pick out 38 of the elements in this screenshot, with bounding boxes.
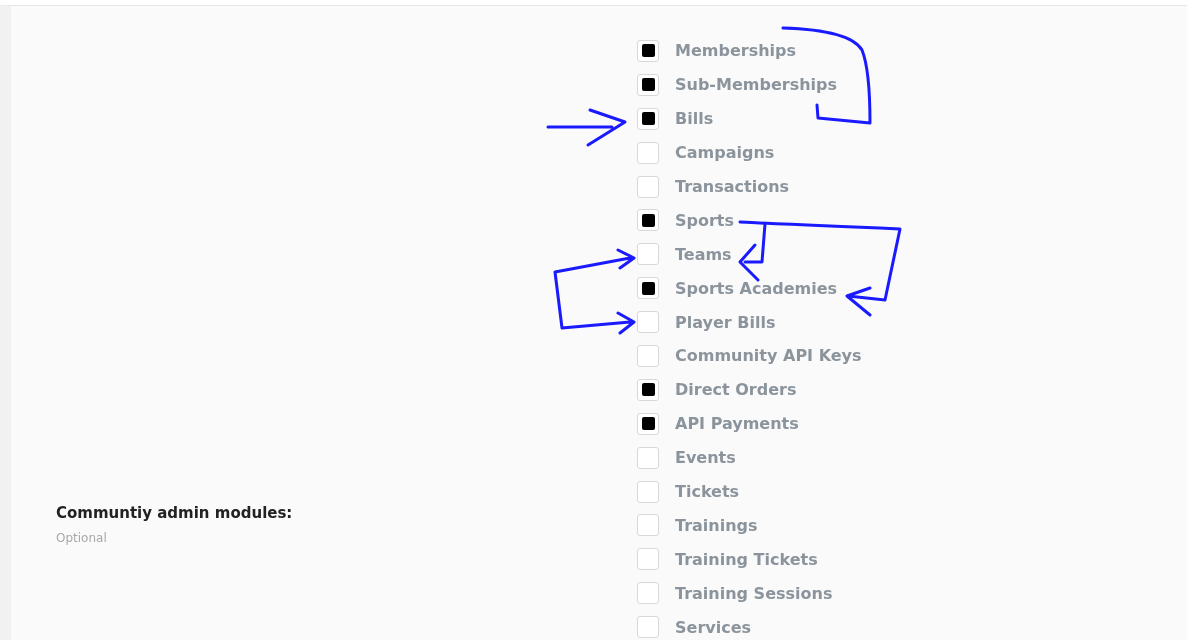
checkbox-label[interactable]: Direct Orders <box>675 380 797 400</box>
checkbox-label[interactable]: Transactions <box>675 177 790 196</box>
checkbox[interactable] <box>637 311 659 334</box>
checkbox-label[interactable]: Training Sessions <box>675 583 833 603</box>
checkbox[interactable] <box>637 378 659 401</box>
field-label: Communtiy admin modules: <box>56 504 294 522</box>
checkbox[interactable] <box>637 412 659 435</box>
checkbox-label[interactable]: Teams <box>675 244 732 264</box>
checkbox[interactable] <box>637 73 659 96</box>
checkbox[interactable] <box>637 243 659 266</box>
checkbox-label[interactable]: Services <box>675 617 752 637</box>
checkbox[interactable] <box>637 107 659 130</box>
checkbox[interactable] <box>637 209 659 232</box>
checkbox[interactable] <box>637 175 659 198</box>
checkbox-label[interactable]: Sports Academies <box>675 278 838 298</box>
checkbox-label[interactable]: Bills <box>675 109 714 129</box>
checkbox-label[interactable]: Training Tickets <box>675 549 818 569</box>
checkbox[interactable] <box>637 514 659 537</box>
checkbox[interactable] <box>637 141 659 164</box>
checkbox-label[interactable]: Sub-Memberships <box>675 75 838 95</box>
checkbox-label[interactable]: Tickets <box>675 482 740 501</box>
checkbox[interactable] <box>637 582 659 605</box>
checkbox-label[interactable]: Player Bills <box>675 312 776 332</box>
checkbox-label[interactable]: Trainings <box>675 515 758 535</box>
checkbox-label[interactable]: Events <box>675 448 736 468</box>
checkbox[interactable] <box>637 616 659 639</box>
checkbox-label[interactable]: Sports <box>675 210 735 230</box>
checkbox[interactable] <box>637 277 659 300</box>
checkbox[interactable] <box>637 548 659 571</box>
checkbox-label[interactable]: Campaigns <box>675 143 775 163</box>
checkbox-label[interactable]: API Payments <box>675 414 799 434</box>
checkbox[interactable] <box>637 446 659 469</box>
checkbox-label[interactable]: Memberships <box>675 41 796 61</box>
checkbox[interactable] <box>637 39 659 62</box>
checkbox-label[interactable]: Community API Keys <box>675 346 862 366</box>
checkbox[interactable] <box>637 480 659 503</box>
checkbox[interactable] <box>637 344 659 367</box>
field-hint: Optional <box>56 531 108 545</box>
